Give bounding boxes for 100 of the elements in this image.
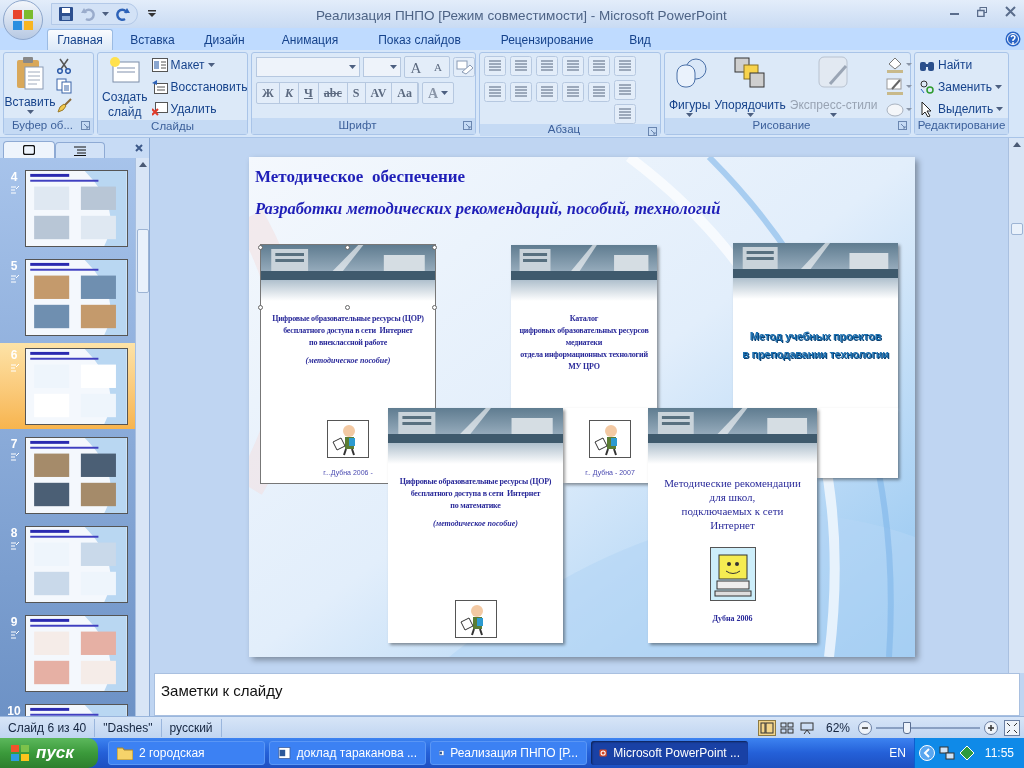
cover-footer: Дубна 2006 — [712, 613, 753, 625]
ribbon-tab[interactable]: Главная — [47, 29, 113, 50]
document-cover[interactable]: Каталог цифровых образовательных ресурсов медиатеки отдела информационных технологий МУ ЦРО — [511, 245, 657, 408]
ribbon-tab[interactable]: Вставка — [121, 29, 184, 50]
selection-handle[interactable] — [258, 245, 263, 250]
zoom-slider[interactable] — [876, 720, 980, 735]
font-style-button[interactable]: abc — [318, 83, 348, 103]
reset-button[interactable]: Восстановить — [151, 78, 248, 96]
selection-handle[interactable] — [345, 305, 350, 310]
slides-tab[interactable] — [3, 141, 55, 158]
taskbar-button[interactable]: Microsoft PowerPoint ... — [591, 741, 748, 765]
slide-number: 7 — [10, 437, 18, 452]
drawing-tool-button[interactable]: Упорядочить — [714, 56, 786, 117]
slide-number: 5 — [10, 259, 18, 274]
clipboard-icon — [15, 56, 45, 90]
normal-view-icon[interactable] — [757, 719, 776, 736]
slide-icon — [23, 145, 35, 155]
tray-app-icon[interactable] — [958, 745, 975, 761]
caret-icon — [26, 110, 34, 114]
font-style-button[interactable]: AV — [365, 83, 393, 103]
cover-title: Методические рекомендации для школ, подключаемых к сети Интернет — [664, 476, 801, 532]
slideshow-icon[interactable] — [797, 719, 816, 736]
selection-handle[interactable] — [345, 245, 350, 250]
dialog-launcher-icon[interactable] — [898, 121, 907, 130]
animation-icon — [9, 452, 19, 461]
dialog-launcher-icon[interactable] — [648, 127, 657, 136]
drawing-tool-button[interactable]: Фигуры — [669, 56, 711, 117]
copy-icon[interactable] — [56, 78, 72, 94]
grow-font-button[interactable]: A — [405, 57, 427, 77]
document-cover[interactable]: Методические рекомендации для школ, подключаемых к сети Интернет Дубна 2006 — [648, 408, 817, 643]
scissors-icon[interactable] — [56, 58, 72, 74]
slide-number: 10 — [7, 704, 21, 716]
shrink-font-button[interactable]: A — [427, 57, 449, 77]
find-button[interactable]: Найти — [919, 56, 1004, 74]
save-icon[interactable] — [58, 6, 74, 22]
folder-icon — [117, 746, 133, 760]
help-icon[interactable] — [1005, 31, 1021, 47]
fit-to-window-icon[interactable] — [1004, 719, 1020, 736]
slide-number: 4 — [10, 170, 18, 185]
selection-handle[interactable] — [432, 305, 437, 310]
notes-field[interactable]: Заметки к слайду — [154, 673, 1020, 716]
caret-icon — [390, 65, 397, 69]
new-slide-icon — [108, 56, 141, 86]
office-button[interactable] — [3, 0, 43, 40]
document-cover[interactable]: Цифровые образовательные ресурсы (ЦОР) бесплатного доступа в сети Интернет по математике (методическое пособие) — [388, 408, 563, 643]
caret-icon — [996, 107, 1004, 111]
restore-icon[interactable] — [977, 6, 987, 17]
tray-chevron-icon[interactable] — [918, 745, 935, 761]
slide-subtitle: Разработки методических рекомендаций, пособий, технологий — [255, 198, 721, 220]
taskbar-button[interactable]: 2 городская — [108, 741, 265, 765]
font-style-button[interactable]: Ж — [257, 83, 280, 103]
clear-format-icon[interactable] — [453, 57, 475, 77]
outline-pen-icon[interactable] — [885, 78, 912, 96]
zoom-slider-thumb[interactable] — [903, 721, 912, 734]
zoom-out-icon[interactable] — [858, 720, 872, 735]
close-icon[interactable] — [1005, 6, 1016, 17]
scrollbar-thumb[interactable] — [136, 229, 149, 293]
select-button[interactable]: Выделить — [919, 100, 1004, 118]
selection-handle[interactable] — [432, 245, 437, 250]
customize-toolbar-icon[interactable] — [148, 10, 156, 18]
zoom-in-icon[interactable] — [984, 720, 998, 735]
ribbon-tab[interactable]: Вид — [618, 29, 662, 50]
start-button[interactable]: пуск — [0, 738, 98, 768]
layout-button[interactable]: Макет — [151, 56, 248, 74]
scroll-up-icon[interactable] — [138, 162, 147, 167]
scrollbar-thumb[interactable] — [1010, 223, 1023, 235]
slide-number: 9 — [10, 615, 18, 630]
delete-button[interactable]: Удалить — [151, 100, 248, 118]
keyboard-language[interactable]: EN — [889, 744, 906, 762]
brush-icon[interactable] — [56, 98, 72, 114]
selection-handle[interactable] — [258, 305, 263, 310]
new-slide-button[interactable]: Создать слайд — [102, 56, 148, 120]
dialog-launcher-icon[interactable] — [81, 121, 90, 130]
slide-counter: Слайд 6 из 40 — [0, 718, 96, 737]
scroll-up-icon[interactable] — [1012, 142, 1021, 147]
replace-icon — [919, 79, 935, 95]
language-indicator[interactable]: русский — [161, 718, 222, 737]
ribbon-tab[interactable]: Показ слайдов — [366, 29, 473, 50]
caret-icon — [349, 65, 356, 69]
taskbar-button[interactable]: Реализация ПНПО [Р... — [430, 741, 587, 765]
network-icon[interactable] — [938, 745, 955, 761]
dialog-launcher-icon[interactable] — [463, 121, 472, 130]
font-name-field[interactable] — [256, 57, 360, 77]
slide-sorter-icon[interactable] — [777, 719, 796, 736]
replace-button[interactable]: Заменить — [919, 78, 1004, 96]
document-cover[interactable]: Метод учебных проектов в преподавании технологии — [733, 243, 898, 408]
font-style-button[interactable]: Aa — [392, 83, 418, 103]
close-icon[interactable] — [135, 144, 143, 152]
font-style-button[interactable]: Ч — [299, 83, 319, 103]
font-style-button[interactable]: S — [347, 83, 366, 103]
font-size-field[interactable] — [363, 57, 401, 77]
font-style-button[interactable]: К — [279, 83, 299, 103]
ribbon-tab[interactable]: Анимация — [268, 29, 352, 50]
teacher-clipart-icon — [589, 419, 631, 458]
ribbon-tab[interactable]: Дизайн — [194, 29, 255, 50]
redo-icon[interactable] — [115, 6, 131, 22]
fill-bucket-icon[interactable] — [885, 56, 912, 74]
zoom-level[interactable]: 62% — [825, 718, 850, 737]
taskbar-button[interactable]: доклад тараканова ... — [269, 741, 426, 765]
ribbon-tab[interactable]: Рецензирование — [488, 29, 606, 50]
